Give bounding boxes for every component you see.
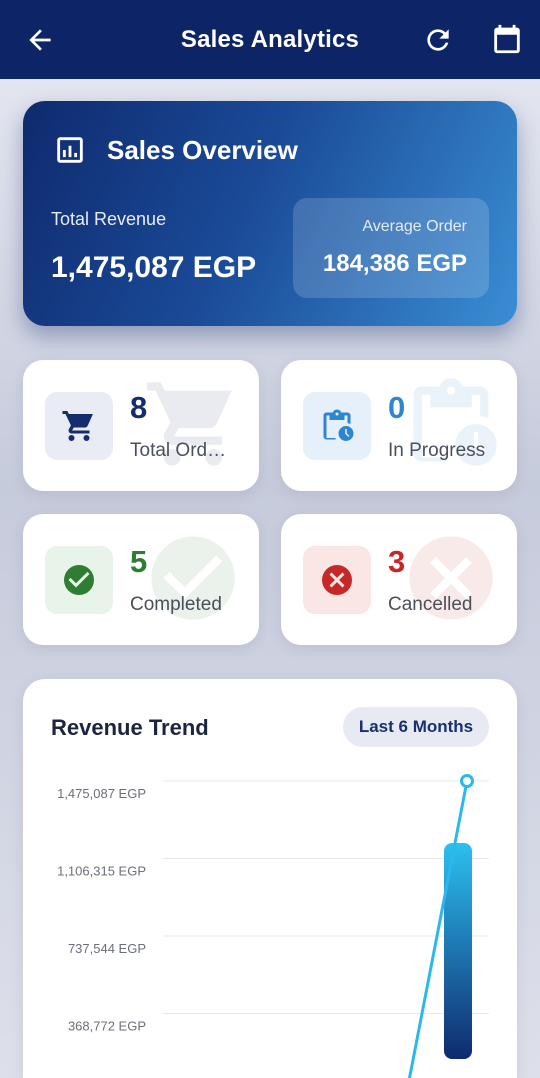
y-tick-label: 737,544 EGP [68, 941, 146, 956]
clipboard-clock-icon [323, 409, 354, 441]
y-tick-label: 1,475,087 EGP [57, 786, 146, 801]
check-circle-icon [64, 565, 94, 595]
stat-icon-box [303, 546, 371, 614]
page-title: Sales Analytics [180, 26, 360, 53]
sales-overview-card: Sales Overview Total Revenue 1,475,087 E… [23, 101, 517, 326]
average-order-label: Average Order [362, 218, 467, 235]
stat-card-completed[interactable]: 5 Completed [23, 514, 259, 645]
date-range-button[interactable]: Last 6 Months [343, 707, 489, 747]
refresh-icon[interactable] [422, 24, 454, 56]
revenue-point[interactable] [460, 774, 474, 788]
stat-icon-box [45, 546, 113, 614]
stat-card-cancelled[interactable]: 3 Cancelled [281, 514, 517, 645]
stat-value: 0 [388, 390, 406, 425]
stat-card-in-progress[interactable]: 0 In Progress [281, 360, 517, 491]
total-revenue-value: 1,475,087 EGP [51, 251, 257, 284]
stat-value: 3 [388, 544, 406, 579]
stat-label: Total Ord… [130, 440, 227, 461]
calendar-icon[interactable] [490, 22, 524, 56]
stat-label: Cancelled [388, 594, 473, 615]
stat-icon-box [45, 392, 113, 460]
average-order-box: Average Order 184,386 EGP [293, 198, 489, 298]
stat-card-total-orders[interactable]: 8 Total Ord… [23, 360, 259, 491]
app-bar: Sales Analytics [0, 0, 540, 79]
chart-title: Revenue Trend [51, 715, 209, 740]
bar-chart-icon [57, 137, 83, 163]
overview-title: Sales Overview [107, 135, 298, 165]
y-tick-label: 1,106,315 EGP [57, 864, 146, 879]
stat-label: In Progress [388, 440, 486, 461]
revenue-trend-card: 1,475,087 EGP 1,106,315 EGP 737,544 EGP 368… [23, 679, 517, 1078]
average-order-value: 184,386 EGP [322, 250, 467, 277]
cancel-circle-icon [322, 565, 352, 595]
stat-label: Completed [130, 594, 222, 615]
shopping-cart-icon [62, 411, 93, 441]
total-revenue-label: Total Revenue [51, 209, 167, 229]
stat-value: 5 [130, 544, 148, 579]
y-tick-label: 368,772 EGP [68, 1019, 146, 1034]
stat-icon-box [303, 392, 371, 460]
stat-value: 8 [130, 390, 148, 425]
